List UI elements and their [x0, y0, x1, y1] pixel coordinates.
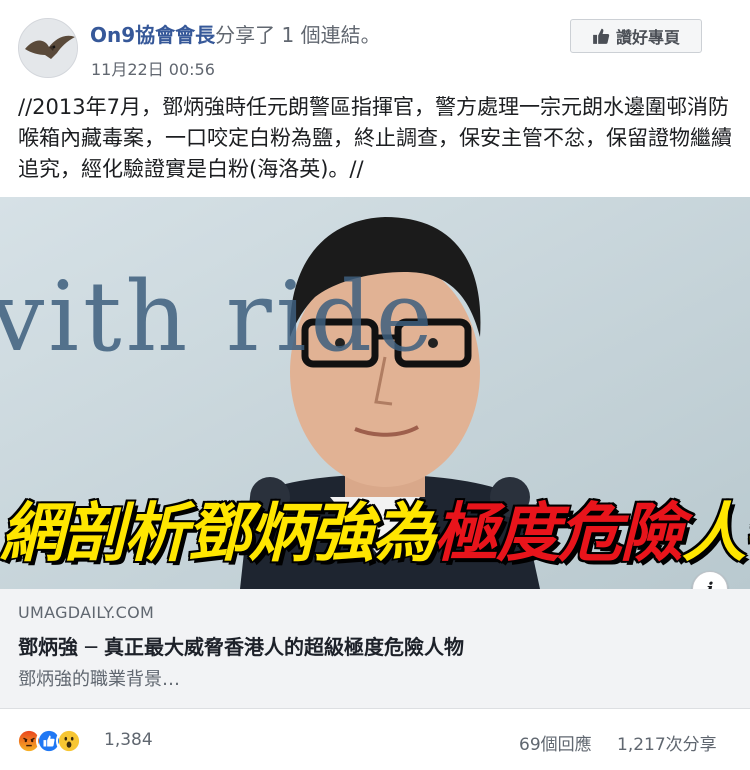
- post-timestamp[interactable]: 11月22日 00:56: [91, 56, 215, 80]
- wow-icon: [56, 728, 82, 754]
- like-page-label: 讚好專頁: [615, 28, 680, 47]
- reaction-count[interactable]: 1,384: [104, 730, 153, 750]
- shares-count[interactable]: 1,217次分享: [617, 730, 717, 755]
- headline-part-1: 網剖析鄧炳強為: [0, 496, 438, 573]
- thumbs-up-icon: [593, 28, 610, 44]
- comments-count[interactable]: 69個回應: [519, 730, 592, 755]
- headline-part-2: 人物: [681, 496, 750, 573]
- post-header: On9協會會長分享了 1 個連結。 11月22日 00:56 讚好專頁: [0, 0, 750, 90]
- image-headline: 網剖析鄧炳強為極度危險人物: [0, 482, 750, 574]
- link-preview-card[interactable]: UMAGDAILY.COM 鄧炳強 ─ 真正最大威脅香港人的超級極度危險人物 鄧…: [0, 589, 750, 709]
- reaction-icons[interactable]: [16, 728, 82, 754]
- post-author-line: On9協會會長分享了 1 個連結。: [90, 22, 381, 48]
- link-domain: UMAGDAILY.COM: [18, 603, 155, 622]
- page-avatar[interactable]: [18, 18, 78, 78]
- shared-link-text: 分享了 1 個連結。: [215, 23, 381, 47]
- like-page-button[interactable]: 讚好專頁: [570, 19, 702, 53]
- post-footer: 1,384 69個回應 1,217次分享: [0, 710, 750, 770]
- post-message: //2013年7月，鄧炳強時任元朗警區指揮官，警方處理一宗元朗水邊圍邨消防喉箱內…: [18, 95, 732, 181]
- page-name-link[interactable]: On9協會會長: [90, 23, 215, 47]
- link-description: 鄧炳強的職業背景…: [18, 669, 180, 690]
- bird-icon: [19, 19, 77, 77]
- facebook-post: On9協會會長分享了 1 個連結。 11月22日 00:56 讚好專頁 //20…: [0, 0, 750, 770]
- headline-part-red: 極度危險: [433, 496, 686, 573]
- link-preview-image[interactable]: vith ride 網剖析鄧炳強為極度危險人物 i: [0, 197, 750, 589]
- link-title[interactable]: 鄧炳強 ─ 真正最大威脅香港人的超級極度危險人物: [18, 631, 464, 660]
- background-text: vith ride: [0, 261, 437, 373]
